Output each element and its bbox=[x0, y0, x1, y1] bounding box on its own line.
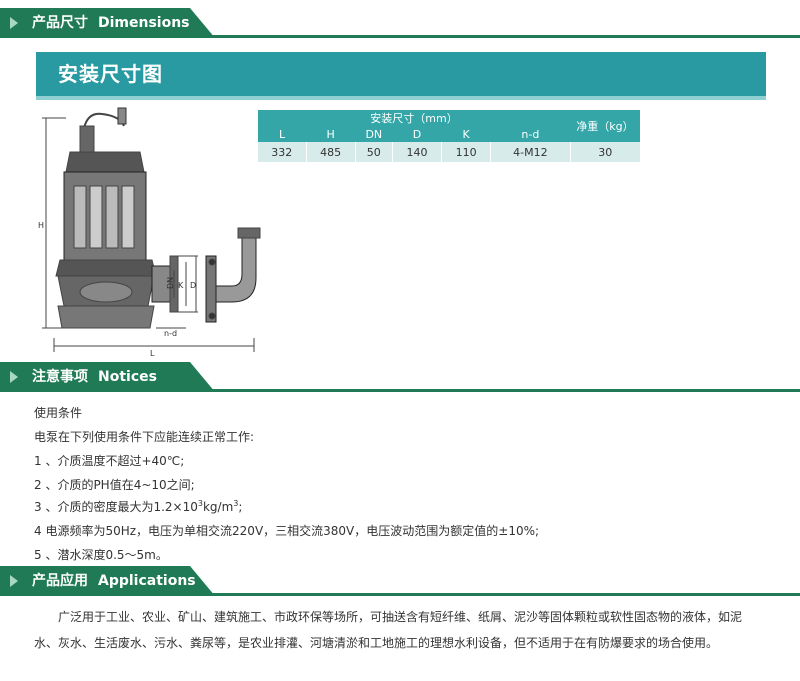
notice-item-4: 4 电源频率为50Hz，电压为单相交流220V，三相交流380V，电压波动范围为… bbox=[34, 524, 540, 538]
notice-item-3-end: ; bbox=[238, 500, 243, 514]
section-notices-tab: 注意事项 Notices bbox=[0, 362, 215, 392]
section-applications-en: Applications bbox=[98, 573, 196, 589]
table-col-nd: n-d bbox=[490, 126, 570, 142]
table-cell: 4-M12 bbox=[490, 142, 571, 162]
application-paragraph: 广泛用于工业、农业、矿山、建筑施工、市政环保等场所，可抽送含有短纤维、纸屑、泥沙… bbox=[34, 604, 764, 656]
notice-item-3-unit: kg/m bbox=[202, 500, 234, 514]
section-notices-zh: 注意事项 bbox=[32, 369, 88, 385]
section-applications-line bbox=[190, 593, 800, 596]
table-cell: 30 bbox=[570, 142, 640, 162]
table-col-dn: DN bbox=[355, 126, 393, 142]
notice-item-3: 3 、介质的密度最大为1.2×103kg/m3; bbox=[34, 498, 242, 515]
notice-intro: 电泵在下列使用条件下应能连续正常工作: bbox=[34, 430, 255, 444]
table-cell: 332 bbox=[258, 142, 307, 162]
section-dimensions-tab: 产品尺寸 Dimensions bbox=[0, 8, 215, 38]
table-col-k: K bbox=[441, 126, 491, 142]
section-dimensions: 产品尺寸 Dimensions bbox=[0, 8, 800, 38]
section-dimensions-zh: 产品尺寸 bbox=[32, 15, 88, 31]
table-row: 332 485 50 140 110 4-M12 30 bbox=[258, 142, 640, 162]
diagram-label-k: K bbox=[178, 281, 184, 290]
install-title: 安装尺寸图 bbox=[58, 62, 163, 86]
diagram-label-h: H bbox=[38, 221, 44, 230]
install-title-band: 安装尺寸图 bbox=[36, 52, 766, 100]
notice-item-1: 1 、介质温度不超过+40℃; bbox=[34, 454, 185, 468]
notice-item-5: 5 、潜水深度0.5～5m。 bbox=[34, 548, 168, 562]
diagram-label-dn: DN bbox=[166, 277, 175, 289]
table-cell: 50 bbox=[355, 142, 393, 162]
application-text: 广泛用于工业、农业、矿山、建筑施工、市政环保等场所，可抽送含有短纤维、纸屑、泥沙… bbox=[34, 610, 743, 650]
table-col-h: H bbox=[306, 126, 356, 142]
diagram-label-l: L bbox=[150, 349, 155, 356]
table-cell: 110 bbox=[441, 142, 492, 162]
notice-item-2: 2 、介质的PH值在4~10之间; bbox=[34, 478, 195, 492]
table-col-d: D bbox=[392, 126, 442, 142]
dimension-table: 安装尺寸（mm） 净重（kg） L H DN D K n-d 332 485 5… bbox=[258, 110, 640, 162]
section-dimensions-line bbox=[190, 35, 800, 38]
section-applications-zh: 产品应用 bbox=[32, 573, 88, 589]
section-notices-en: Notices bbox=[98, 369, 157, 385]
section-notices: 注意事项 Notices bbox=[0, 362, 800, 392]
pump-dimension-diagram: H L DN K D n-d bbox=[38, 107, 261, 356]
section-applications: 产品应用 Applications bbox=[0, 566, 800, 596]
notice-heading: 使用条件 bbox=[34, 406, 83, 420]
diagram-label-d: D bbox=[190, 281, 196, 290]
section-dimensions-en: Dimensions bbox=[98, 15, 190, 31]
table-cell: 485 bbox=[306, 142, 356, 162]
table-group-header: 安装尺寸（mm） bbox=[258, 110, 570, 126]
table-weight-header: 净重（kg） bbox=[570, 110, 640, 142]
diagram-label-nd: n-d bbox=[164, 329, 177, 338]
table-col-l: L bbox=[258, 126, 307, 142]
table-cell: 140 bbox=[392, 142, 443, 162]
section-notices-line bbox=[190, 389, 800, 392]
notice-item-3-text: 3 、介质的密度最大为1.2×10 bbox=[34, 500, 198, 514]
section-applications-tab: 产品应用 Applications bbox=[0, 566, 215, 596]
